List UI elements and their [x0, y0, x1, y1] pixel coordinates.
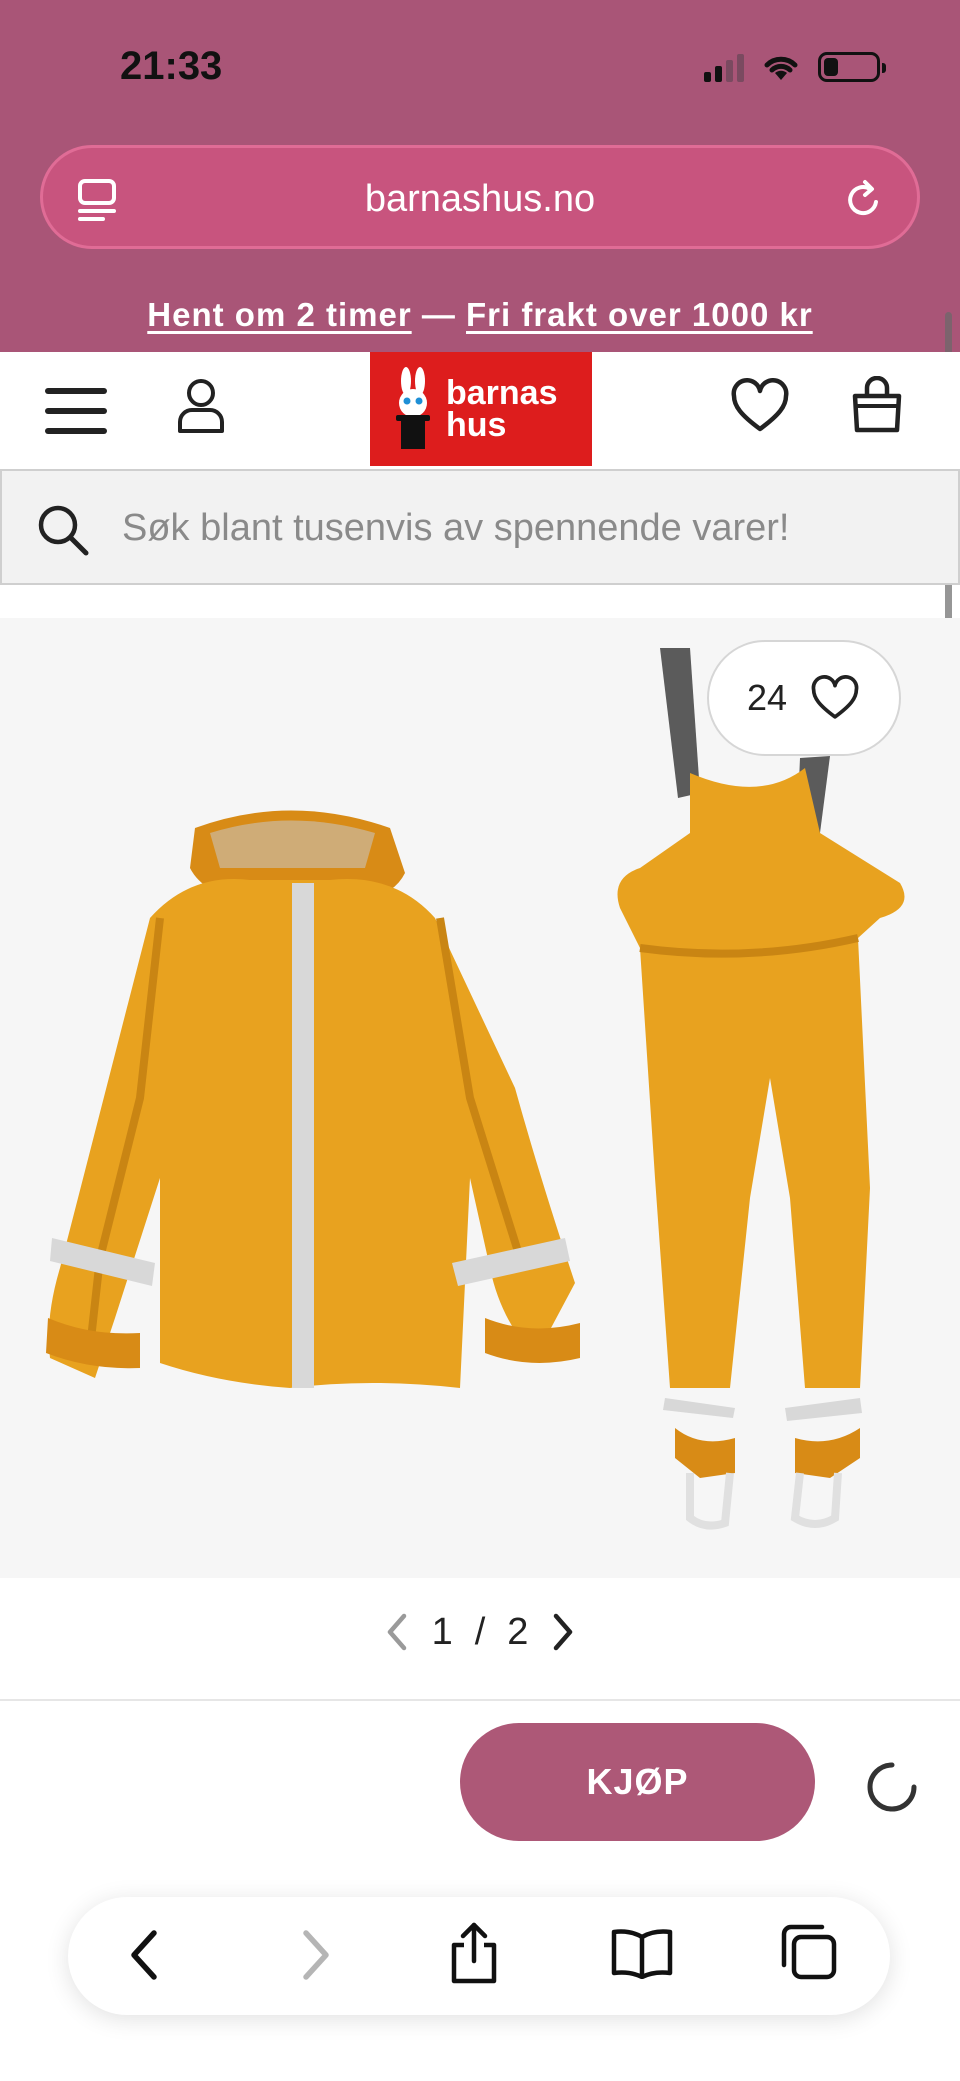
- logo-text: barnas hus: [446, 374, 558, 444]
- pager-current: 1: [431, 1610, 453, 1653]
- pager-total: 2: [507, 1610, 529, 1653]
- status-time: 21:33: [120, 44, 223, 88]
- user-icon[interactable]: [175, 376, 227, 436]
- url-text: barnashus.no: [364, 178, 596, 220]
- next-image-icon[interactable]: [550, 1612, 576, 1652]
- browser-chrome: 21:33 barnashus.no Hent om 2 timer — Fri…: [0, 0, 960, 352]
- pickup-link[interactable]: Hent om 2 timer: [147, 296, 411, 333]
- search-icon: [38, 505, 89, 556]
- favorite-count: 24: [746, 677, 788, 718]
- address-bar[interactable]: barnashus.no: [40, 145, 920, 249]
- signal-icon: [704, 52, 744, 82]
- forward-icon[interactable]: [298, 1927, 334, 1983]
- site-header: barnas hus: [0, 352, 960, 469]
- rain-set-image: [46, 648, 905, 1530]
- free-shipping-link[interactable]: Fri frakt over 1000 kr: [466, 296, 813, 333]
- previous-image-icon[interactable]: [384, 1612, 410, 1652]
- reload-icon[interactable]: [843, 178, 885, 222]
- share-icon[interactable]: [448, 1921, 500, 1985]
- rain-jacket-graphic: [46, 810, 580, 1388]
- buy-bar: KJØP: [0, 1699, 960, 2081]
- bookmarks-icon[interactable]: [610, 1927, 674, 1979]
- tabs-icon[interactable]: [780, 1923, 838, 1981]
- search-input[interactable]: Søk blant tusenvis av spennende varer!: [122, 507, 790, 550]
- wifi-icon: [764, 56, 798, 80]
- cart-bag-icon[interactable]: [850, 376, 904, 436]
- image-pager: 1 / 2: [0, 1602, 960, 1662]
- product-image[interactable]: [0, 618, 960, 1578]
- search-bar[interactable]: Søk blant tusenvis av spennende varer!: [0, 469, 960, 585]
- back-icon[interactable]: [126, 1927, 162, 1983]
- site-logo[interactable]: barnas hus: [370, 352, 592, 466]
- browser-toolbar: [68, 1897, 890, 2015]
- status-icons: [704, 52, 886, 82]
- menu-icon[interactable]: [45, 388, 107, 434]
- wishlist-heart-icon[interactable]: [730, 378, 790, 434]
- loading-spinner-icon: [867, 1762, 917, 1812]
- buy-button[interactable]: KJØP: [460, 1723, 815, 1841]
- promo-banner: Hent om 2 timer — Fri frakt over 1000 kr: [0, 296, 960, 334]
- battery-icon: [818, 52, 886, 82]
- rabbit-hat-logo-icon: [396, 367, 430, 449]
- favorite-button[interactable]: 24: [707, 640, 901, 756]
- promo-separator: —: [411, 296, 467, 333]
- heart-icon: [811, 675, 859, 719]
- pager-separator: /: [474, 1610, 486, 1653]
- rain-pants-graphic: [617, 648, 905, 1530]
